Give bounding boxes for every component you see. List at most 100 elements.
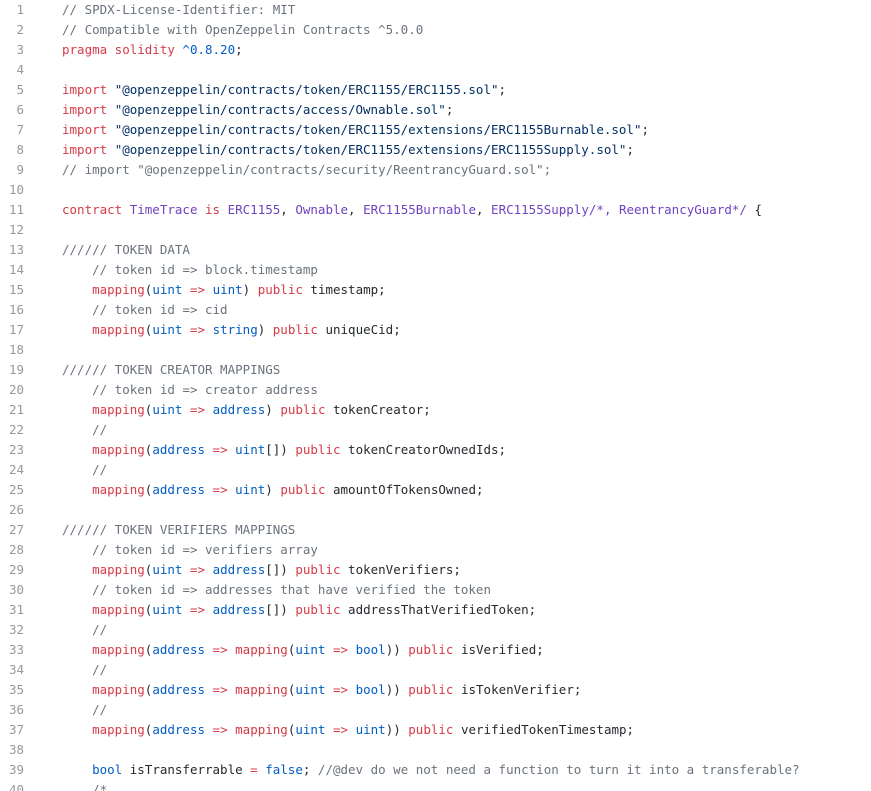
line-content[interactable]: mapping(uint => string) public uniqueCid… xyxy=(24,320,871,340)
line-content[interactable]: /* xyxy=(24,780,871,791)
line-content[interactable]: mapping(uint => address) public tokenCre… xyxy=(24,400,871,420)
code-token-kw: public xyxy=(280,482,326,497)
line-content[interactable]: bool isTransferrable = false; //@dev do … xyxy=(24,760,871,780)
code-line[interactable]: 5 import "@openzeppelin/contracts/token/E… xyxy=(0,80,871,100)
code-token-ident: Ownable xyxy=(295,202,349,217)
line-content[interactable]: mapping(address => mapping(uint => bool)… xyxy=(24,680,871,700)
code-line[interactable]: 11 contract TimeTrace is ERC1155, Ownable… xyxy=(0,200,871,220)
code-token-cmt: // token id => block.timestamp xyxy=(92,262,318,277)
code-token-kw: public xyxy=(280,402,326,417)
code-token-kw: mapping xyxy=(92,282,145,297)
line-content[interactable]: // token id => verifiers array xyxy=(24,540,871,560)
line-content[interactable]: // xyxy=(24,660,871,680)
code-line[interactable]: 32 // xyxy=(0,620,871,640)
line-content[interactable]: mapping(uint => address[]) public addres… xyxy=(24,600,871,620)
code-line[interactable]: 4 xyxy=(0,60,871,80)
code-line[interactable]: 31 mapping(uint => address[]) public add… xyxy=(0,600,871,620)
line-content[interactable]: pragma solidity ^0.8.20; xyxy=(24,40,871,60)
line-number: 6 xyxy=(16,102,24,117)
line-content[interactable]: // xyxy=(24,460,871,480)
code-line[interactable]: 20 // token id => creator address xyxy=(0,380,871,400)
code-line[interactable]: 28 // token id => verifiers array xyxy=(0,540,871,560)
code-line[interactable]: 26 xyxy=(0,500,871,520)
code-editor-view[interactable]: 1 // SPDX-License-Identifier: MIT 2 // Comp… xyxy=(0,0,871,791)
code-token-plain: isVerified; xyxy=(453,642,544,657)
code-line[interactable]: 30 // token id => addresses that have ve… xyxy=(0,580,871,600)
code-token-type: address xyxy=(212,402,266,417)
code-token-cmt: /* xyxy=(92,782,108,791)
code-line[interactable]: 38 xyxy=(0,740,871,760)
code-token-plain: tokenCreatorOwnedIds; xyxy=(340,442,507,457)
code-token-plain: []) xyxy=(265,442,296,457)
code-line[interactable]: 21 mapping(uint => address) public token… xyxy=(0,400,871,420)
line-content[interactable]: // import "@openzeppelin/contracts/secur… xyxy=(24,160,871,180)
code-line[interactable]: 29 mapping(uint => address[]) public tok… xyxy=(0,560,871,580)
code-line[interactable]: 13 ////// TOKEN DATA xyxy=(0,240,871,260)
line-content[interactable]: mapping(address => uint) public amountOf… xyxy=(24,480,871,500)
code-line[interactable]: 6 import "@openzeppelin/contracts/access/… xyxy=(0,100,871,120)
line-content[interactable]: // token id => block.timestamp xyxy=(24,260,871,280)
line-number: 18 xyxy=(8,342,24,357)
code-line[interactable]: 2 // Compatible with OpenZeppelin Contrac… xyxy=(0,20,871,40)
code-line[interactable]: 24 // xyxy=(0,460,871,480)
line-content[interactable]: // token id => creator address xyxy=(24,380,871,400)
code-line[interactable]: 34 // xyxy=(0,660,871,680)
code-line[interactable]: 33 mapping(address => mapping(uint => bo… xyxy=(0,640,871,660)
code-line[interactable]: 1 // SPDX-License-Identifier: MIT xyxy=(0,0,871,20)
line-content[interactable]: import "@openzeppelin/contracts/access/O… xyxy=(24,100,871,120)
code-line[interactable]: 39 bool isTransferrable = false; //@dev … xyxy=(0,760,871,780)
code-token-ident: TimeTrace xyxy=(129,202,198,217)
code-line[interactable]: 12 xyxy=(0,220,871,240)
code-token-type: false xyxy=(265,762,303,777)
line-number: 15 xyxy=(8,282,24,297)
code-line[interactable]: 23 mapping(address => uint[]) public tok… xyxy=(0,440,871,460)
code-line[interactable]: 17 mapping(uint => string) public unique… xyxy=(0,320,871,340)
line-content[interactable]: mapping(address => mapping(uint => bool)… xyxy=(24,640,871,660)
code-line[interactable]: 18 xyxy=(0,340,871,360)
code-token-type: uint xyxy=(212,282,243,297)
code-line[interactable]: 25 mapping(address => uint) public amoun… xyxy=(0,480,871,500)
line-content[interactable]: mapping(address => mapping(uint => uint)… xyxy=(24,720,871,740)
code-line[interactable]: 37 mapping(address => mapping(uint => ui… xyxy=(0,720,871,740)
line-content[interactable]: contract TimeTrace is ERC1155, Ownable, … xyxy=(24,200,871,220)
code-line[interactable]: 10 xyxy=(0,180,871,200)
line-content[interactable]: // xyxy=(24,700,871,720)
code-line[interactable]: 19 ////// TOKEN CREATOR MAPPINGS xyxy=(0,360,871,380)
line-content[interactable]: import "@openzeppelin/contracts/token/ER… xyxy=(24,120,871,140)
code-token-kw: import xyxy=(62,82,115,97)
code-line[interactable]: 16 // token id => cid xyxy=(0,300,871,320)
line-content[interactable]: mapping(address => uint[]) public tokenC… xyxy=(24,440,871,460)
code-line[interactable]: 35 mapping(address => mapping(uint => bo… xyxy=(0,680,871,700)
line-content[interactable]: // SPDX-License-Identifier: MIT xyxy=(24,0,871,20)
code-token-plain: { xyxy=(746,202,763,217)
line-content[interactable]: import "@openzeppelin/contracts/token/ER… xyxy=(24,80,871,100)
code-token-type: address xyxy=(152,722,206,737)
line-number: 34 xyxy=(8,662,24,677)
line-content[interactable]: // token id => cid xyxy=(24,300,871,320)
code-line[interactable]: 14 // token id => block.timestamp xyxy=(0,260,871,280)
code-line[interactable]: 8 import "@openzeppelin/contracts/token/E… xyxy=(0,140,871,160)
code-line[interactable]: 9 // import "@openzeppelin/contracts/secu… xyxy=(0,160,871,180)
code-line[interactable]: 15 mapping(uint => uint) public timestam… xyxy=(0,280,871,300)
line-content[interactable]: // token id => addresses that have verif… xyxy=(24,580,871,600)
line-content[interactable]: ////// TOKEN DATA xyxy=(24,240,871,260)
code-line[interactable]: 40 /* xyxy=(0,780,871,791)
code-line[interactable]: 7 import "@openzeppelin/contracts/token/E… xyxy=(0,120,871,140)
code-token-kw: => xyxy=(212,642,228,657)
line-content[interactable]: mapping(uint => uint) public timestamp; xyxy=(24,280,871,300)
code-line[interactable]: 3 pragma solidity ^0.8.20; xyxy=(0,40,871,60)
line-content[interactable]: import "@openzeppelin/contracts/token/ER… xyxy=(24,140,871,160)
code-line[interactable]: 36 // xyxy=(0,700,871,720)
code-line[interactable]: 27 ////// TOKEN VERIFIERS MAPPINGS xyxy=(0,520,871,540)
line-content[interactable]: // xyxy=(24,420,871,440)
line-content[interactable]: ////// TOKEN VERIFIERS MAPPINGS xyxy=(24,520,871,540)
line-content[interactable]: // xyxy=(24,620,871,640)
code-line[interactable]: 22 // xyxy=(0,420,871,440)
line-content[interactable]: ////// TOKEN CREATOR MAPPINGS xyxy=(24,360,871,380)
line-content[interactable]: // Compatible with OpenZeppelin Contract… xyxy=(24,20,871,40)
line-content[interactable]: mapping(uint => address[]) public tokenV… xyxy=(24,560,871,580)
